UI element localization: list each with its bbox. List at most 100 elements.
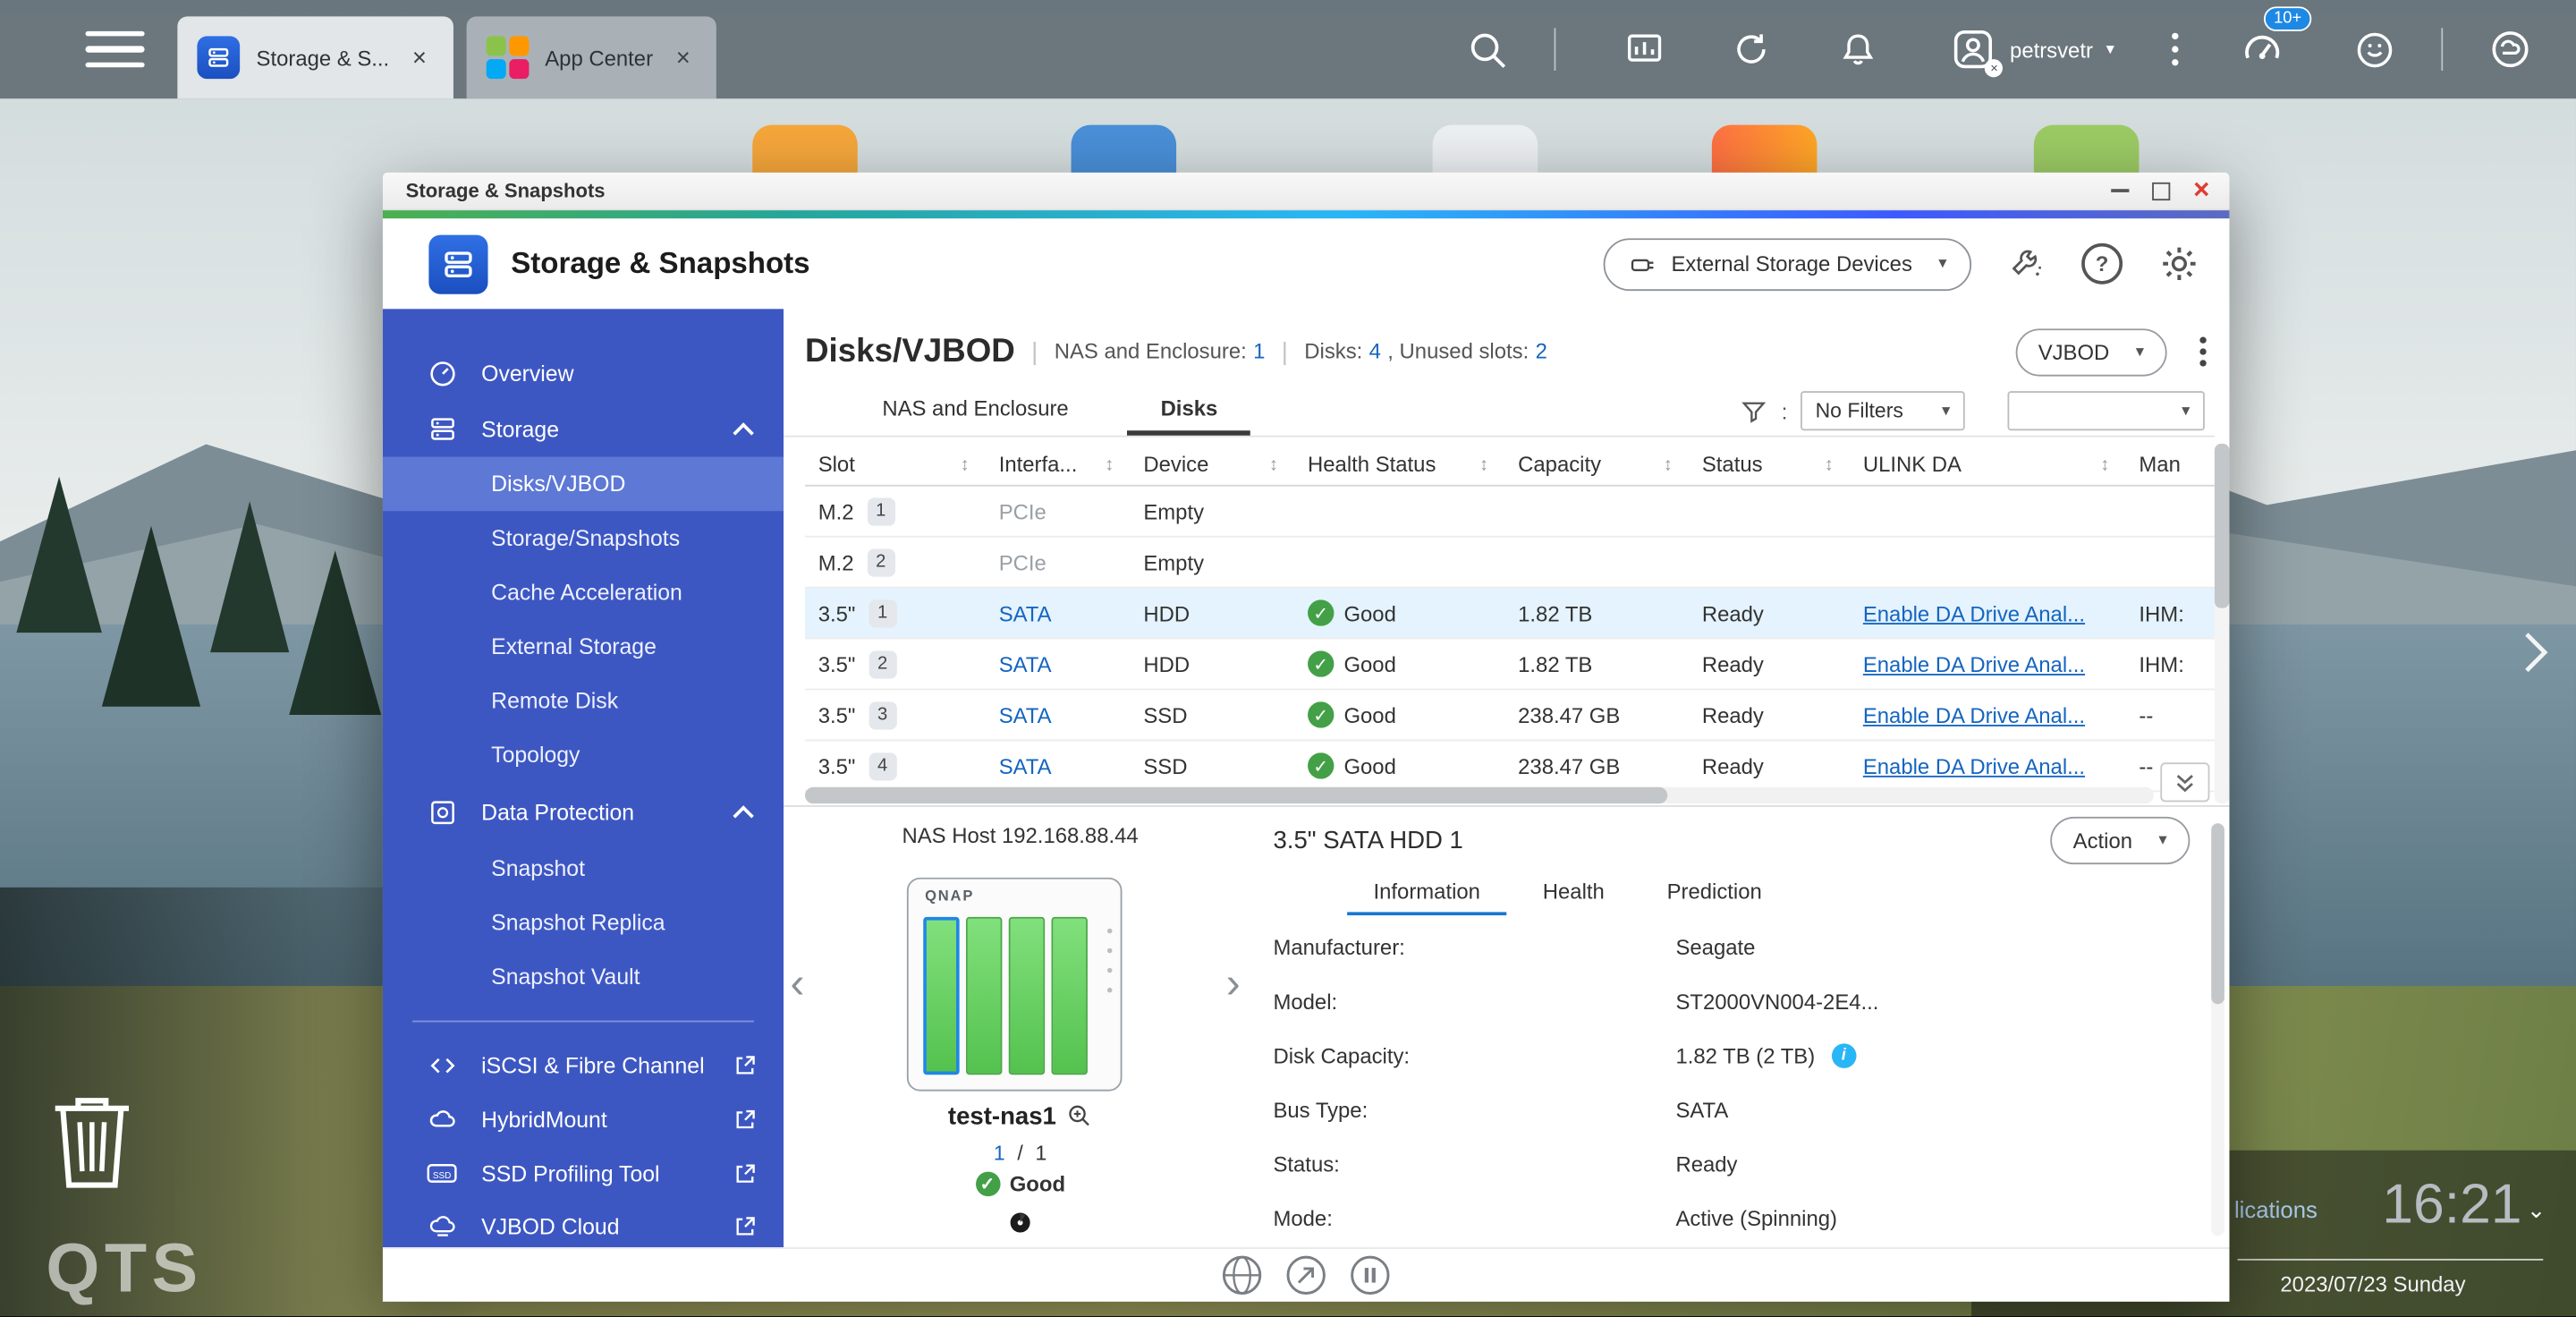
sidebar-item-ssd-profiling-tool[interactable]: SSD SSD Profiling Tool: [383, 1147, 784, 1200]
vjbod-dropdown-button[interactable]: VJBOD ▾: [2015, 327, 2167, 375]
column-slot[interactable]: Slot↕: [805, 452, 986, 477]
previous-enclosure-icon[interactable]: ‹: [790, 963, 804, 1002]
column-health-status[interactable]: Health Status↕: [1294, 452, 1504, 477]
sort-icon[interactable]: ↕: [961, 455, 970, 474]
sort-icon[interactable]: ↕: [1105, 455, 1114, 474]
enable-da-drive-analyzer-link[interactable]: Enable DA Drive Anal...: [1863, 753, 2085, 778]
more-options-icon[interactable]: [2172, 46, 2178, 52]
tab-prediction[interactable]: Prediction: [1640, 879, 1788, 915]
action-dropdown-button[interactable]: Action ▾: [2050, 817, 2190, 864]
nas-enclosure-image[interactable]: QNAP: [907, 878, 1123, 1092]
column-ulink-da[interactable]: ULINK DA↕: [1850, 452, 2126, 477]
desktop-app-icon[interactable]: [1712, 125, 1818, 174]
collapse-panel-button[interactable]: [2160, 762, 2209, 802]
tab-information[interactable]: Information: [1347, 879, 1506, 915]
enable-da-drive-analyzer-link[interactable]: Enable DA Drive Anal...: [1863, 702, 2085, 727]
info-icon[interactable]: i: [1832, 1042, 1857, 1067]
sidebar-item-topology[interactable]: Topology: [383, 728, 784, 783]
window-titlebar[interactable]: Storage & Snapshots ×: [383, 173, 2229, 210]
sidebar-item-hybridmount[interactable]: HybridMount: [383, 1092, 784, 1147]
next-desktop-page-icon[interactable]: [2517, 628, 2553, 685]
sidebar-item-vjbod-cloud[interactable]: VJBOD Cloud: [383, 1200, 784, 1249]
sidebar-item-remote-disk[interactable]: Remote Disk: [383, 674, 784, 728]
tab-close-icon[interactable]: ×: [669, 44, 697, 72]
sidebar-item-snapshot-replica[interactable]: Snapshot Replica: [383, 896, 784, 950]
column-capacity[interactable]: Capacity↕: [1504, 452, 1689, 477]
sidebar-item-disks-vjbod[interactable]: Disks/VJBOD: [383, 457, 784, 512]
table-row-disk-4[interactable]: 3.5"4 SATA SSD ✓Good 238.47 GB Ready Ena…: [805, 741, 2215, 792]
sidebar-group-storage[interactable]: Storage: [383, 401, 784, 456]
sidebar-group-data-protection[interactable]: Data Protection: [383, 782, 784, 841]
help-icon[interactable]: ?: [2081, 243, 2123, 285]
enable-da-drive-analyzer-link[interactable]: Enable DA Drive Anal...: [1863, 600, 2085, 625]
sync-icon[interactable]: [1731, 28, 1774, 71]
sidebar-item-iscsi-fibre-channel[interactable]: iSCSI & Fibre Channel: [383, 1039, 784, 1093]
taskbar-tab-storage[interactable]: Storage & S... ×: [177, 16, 453, 98]
drive-bay-3[interactable]: [1009, 917, 1045, 1075]
column-device[interactable]: Device↕: [1131, 452, 1295, 477]
filter-dropdown[interactable]: No Filters ▾: [1801, 391, 1965, 430]
filter-funnel-icon[interactable]: [1741, 397, 1768, 425]
zoom-magnifier-icon[interactable]: [1066, 1102, 1092, 1135]
collapse-chevron-icon[interactable]: [733, 805, 753, 826]
vertical-scrollbar-thumb[interactable]: [2215, 444, 2230, 608]
column-interface[interactable]: Interfa...↕: [986, 452, 1131, 477]
footer-globe-icon[interactable]: [1221, 1253, 1264, 1296]
detail-scrollbar-thumb[interactable]: [2211, 823, 2224, 1004]
desktop-app-icon[interactable]: [752, 125, 858, 174]
collapse-chevron-icon[interactable]: [733, 422, 753, 443]
clock-chevron-icon[interactable]: ⌄: [2527, 1196, 2546, 1224]
table-row-m2-2[interactable]: M.22 PCIe Empty: [805, 538, 2215, 589]
minimize-button[interactable]: [2111, 189, 2129, 192]
secondary-filter-dropdown[interactable]: ▾: [2007, 391, 2204, 430]
column-status[interactable]: Status↕: [1689, 452, 1850, 477]
dashboard-gauge-icon[interactable]: 10+: [2239, 26, 2284, 72]
sort-icon[interactable]: ↕: [1479, 455, 1488, 474]
notifications-bell-icon[interactable]: [1837, 28, 1880, 71]
desktop-app-icon[interactable]: [2034, 125, 2140, 174]
table-row-m2-1[interactable]: M.21 PCIe Empty: [805, 487, 2215, 538]
horizontal-scrollbar-thumb[interactable]: [805, 787, 1667, 803]
drive-bay-4[interactable]: [1052, 917, 1088, 1075]
desktop-app-icon[interactable]: [1072, 125, 1177, 174]
myqnapcloud-icon[interactable]: [2487, 26, 2533, 72]
assistant-smiley-icon[interactable]: [2352, 27, 2397, 72]
sort-icon[interactable]: ↕: [1269, 455, 1278, 474]
tab-health[interactable]: Health: [1516, 879, 1631, 915]
sidebar-item-external-storage[interactable]: External Storage: [383, 619, 784, 674]
panel-text-fragment[interactable]: lications: [2234, 1196, 2318, 1222]
external-storage-devices-button[interactable]: External Storage Devices ▾: [1604, 237, 1971, 290]
close-button[interactable]: ×: [2193, 179, 2209, 202]
sort-icon[interactable]: ↕: [2100, 455, 2109, 474]
table-row-disk-2[interactable]: 3.5"2 SATA HDD ✓Good 1.82 TB Ready Enabl…: [805, 639, 2215, 690]
drive-bay-2[interactable]: [966, 917, 1002, 1075]
main-menu-icon[interactable]: [86, 21, 145, 77]
desktop-app-icon[interactable]: [1433, 125, 1538, 174]
sort-icon[interactable]: ↕: [1664, 455, 1673, 474]
footer-pause-icon[interactable]: [1349, 1253, 1392, 1296]
user-menu[interactable]: × petrsvetr ▾: [1951, 26, 2114, 72]
search-icon[interactable]: [1466, 27, 1511, 72]
maximize-button[interactable]: [2152, 182, 2170, 200]
sidebar-item-storage-snapshots[interactable]: Storage/Snapshots: [383, 511, 784, 565]
taskbar-tab-appcenter[interactable]: App Center ×: [466, 16, 716, 98]
table-row-disk-1[interactable]: 3.5"1 SATA HDD ✓Good 1.82 TB Ready Enabl…: [805, 589, 2215, 640]
resource-monitor-icon[interactable]: [1623, 28, 1666, 71]
sidebar-item-cache-acceleration[interactable]: Cache Acceleration: [383, 565, 784, 620]
table-row-disk-3[interactable]: 3.5"3 SATA SSD ✓Good 238.47 GB Ready Ena…: [805, 690, 2215, 741]
tab-disks[interactable]: Disks: [1128, 389, 1250, 435]
recycle-bin-icon[interactable]: [46, 1092, 138, 1202]
tab-close-icon[interactable]: ×: [406, 44, 434, 72]
sort-icon[interactable]: ↕: [1825, 455, 1834, 474]
footer-locate-icon[interactable]: [1284, 1253, 1327, 1296]
sidebar-item-snapshot-vault[interactable]: Snapshot Vault: [383, 950, 784, 1005]
tab-nas-and-enclosure[interactable]: NAS and Enclosure: [850, 389, 1102, 435]
next-enclosure-icon[interactable]: ›: [1226, 963, 1241, 1002]
page-more-menu-icon[interactable]: [2199, 348, 2206, 354]
sidebar-item-snapshot[interactable]: Snapshot: [383, 841, 784, 896]
sidebar-item-overview[interactable]: Overview: [383, 345, 784, 401]
settings-gear-icon[interactable]: [2158, 243, 2199, 285]
tools-icon[interactable]: [2007, 245, 2045, 283]
column-manufacturer[interactable]: Man: [2126, 452, 2208, 477]
drive-bay-1[interactable]: [923, 917, 959, 1075]
